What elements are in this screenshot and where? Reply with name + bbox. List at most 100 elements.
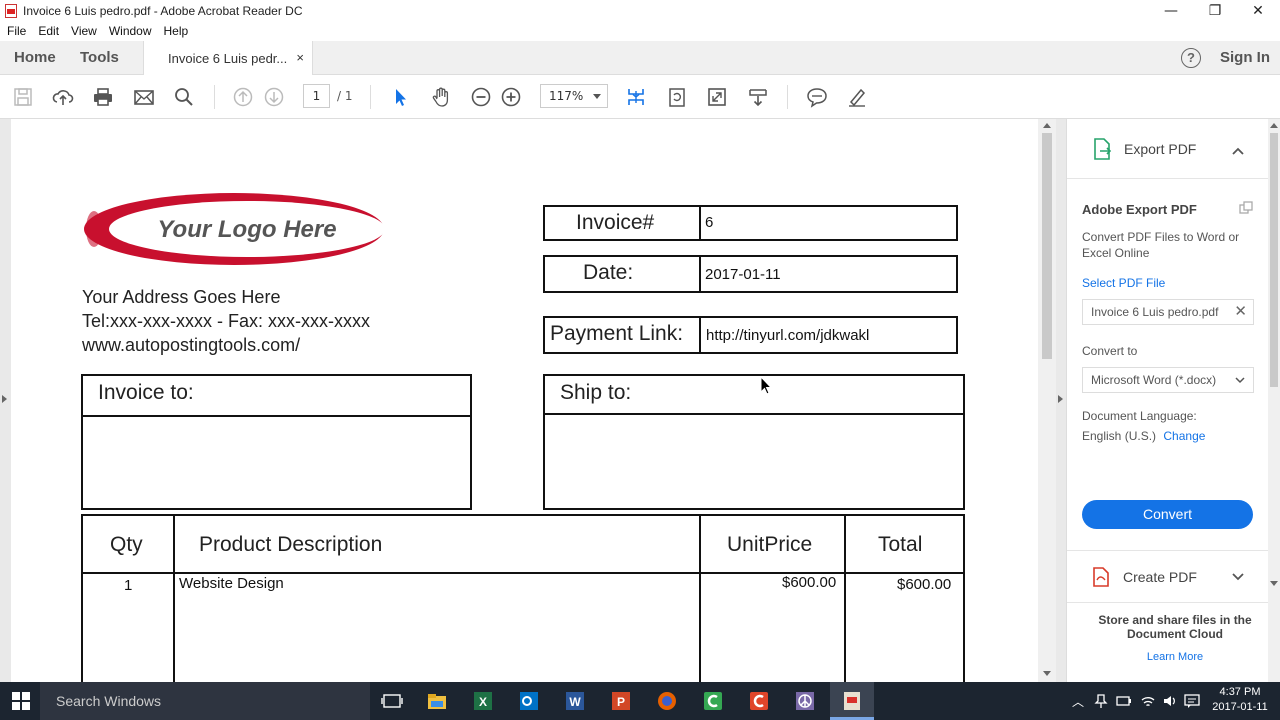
tab-close-icon[interactable]: × [296, 50, 304, 65]
scroll-thumb[interactable] [1270, 133, 1278, 387]
print-icon[interactable] [91, 85, 115, 109]
save-icon[interactable] [11, 85, 35, 109]
acrobat-taskbar-button[interactable] [830, 682, 874, 720]
menu-window[interactable]: Window [109, 24, 152, 38]
peace-app-icon[interactable] [794, 690, 816, 712]
tray-pin-icon[interactable] [1094, 693, 1108, 709]
tab-home[interactable]: Home [14, 49, 56, 66]
clock-time: 4:37 PM [1219, 686, 1261, 698]
menu-file[interactable]: File [7, 24, 26, 38]
change-language-link[interactable]: Change [1163, 429, 1205, 443]
minimize-button[interactable]: — [1150, 0, 1192, 21]
export-pdf-header[interactable]: Export PDF [1067, 119, 1269, 179]
payment-link-value[interactable]: http://tinyurl.com/jdkwakl [706, 327, 869, 344]
scroll-thumb[interactable] [1042, 133, 1052, 359]
sign-in-link[interactable]: Sign In [1220, 49, 1270, 66]
copy-icon[interactable] [1239, 201, 1253, 215]
scroll-down-icon[interactable] [1043, 671, 1051, 676]
svg-text:W: W [569, 695, 581, 709]
tab-document[interactable]: Invoice 6 Luis pedr... × [143, 41, 313, 75]
maximize-button[interactable]: ❐ [1194, 0, 1236, 21]
word-icon[interactable]: W [564, 690, 586, 712]
menu-view[interactable]: View [71, 24, 97, 38]
convert-button[interactable]: Convert [1082, 500, 1253, 529]
scroll-up-icon[interactable] [1270, 123, 1278, 128]
outlook-icon[interactable] [518, 690, 540, 712]
svg-text:X: X [479, 695, 487, 709]
select-cursor-icon[interactable] [389, 85, 413, 109]
battery-icon[interactable] [1116, 694, 1132, 708]
column-header-total: Total [878, 533, 923, 556]
zoom-in-icon[interactable] [499, 85, 523, 109]
full-screen-icon[interactable] [705, 85, 729, 109]
camtasia-red-icon[interactable] [748, 690, 770, 712]
clear-file-icon[interactable]: ✕ [1234, 300, 1247, 324]
chevron-down-icon[interactable] [1232, 573, 1244, 581]
previous-page-icon[interactable] [231, 85, 255, 109]
chevron-up-icon[interactable] [1232, 147, 1244, 155]
rotate-view-icon[interactable] [665, 85, 689, 109]
address-line: Your Address Goes Here [82, 287, 281, 307]
file-explorer-icon[interactable] [426, 690, 448, 712]
tab-tools[interactable]: Tools [80, 49, 119, 66]
convert-to-select[interactable]: Microsoft Word (*.docx) [1082, 367, 1254, 393]
pdf-page: Your Logo Here Your Address Goes Here Te… [0, 119, 1038, 682]
scroll-down-icon[interactable] [1270, 581, 1278, 586]
selected-file-field[interactable]: Invoice 6 Luis pedro.pdf ✕ [1082, 299, 1254, 325]
export-description: Convert PDF Files to Word or Excel Onlin… [1082, 230, 1240, 260]
hand-tool-icon[interactable] [429, 85, 453, 109]
taskbar-clock[interactable]: 4:37 PM 2017-01-11 [1208, 685, 1272, 715]
convert-to-value: Microsoft Word (*.docx) [1091, 373, 1217, 387]
upload-cloud-icon[interactable] [51, 85, 75, 109]
taskbar-search[interactable]: Search Windows [40, 682, 370, 720]
fit-page-icon[interactable] [624, 85, 648, 109]
doc-language-row: English (U.S.) Change [1082, 429, 1205, 443]
windows-start-icon[interactable] [12, 692, 30, 710]
action-center-icon[interactable] [1184, 693, 1200, 709]
acrobat-app-icon [5, 3, 17, 18]
search-icon[interactable] [172, 85, 196, 109]
logo-text: Your Logo Here [157, 216, 336, 243]
phone-fax-line: Tel:xxx-xxx-xxxx - Fax: xxx-xxx-xxxx [82, 311, 370, 331]
page-number-input[interactable]: 1 [303, 84, 330, 108]
select-pdf-link[interactable]: Select PDF File [1082, 276, 1165, 290]
excel-icon[interactable]: X [472, 690, 494, 712]
wifi-icon[interactable] [1140, 693, 1156, 709]
document-view: Your Logo Here Your Address Goes Here Te… [0, 119, 1056, 682]
volume-icon[interactable] [1162, 693, 1178, 709]
title-bar: Invoice 6 Luis pedro.pdf - Adobe Acrobat… [0, 0, 1280, 21]
help-icon[interactable]: ? [1181, 48, 1201, 68]
next-page-icon[interactable] [262, 85, 286, 109]
create-pdf-icon [1093, 566, 1109, 587]
powerpoint-icon[interactable]: P [610, 690, 632, 712]
menu-help[interactable]: Help [164, 24, 189, 38]
email-icon[interactable] [132, 85, 156, 109]
scroll-up-icon[interactable] [1043, 123, 1051, 128]
highlight-pen-icon[interactable] [845, 85, 869, 109]
zoom-select[interactable]: 117% [540, 84, 608, 108]
document-scrollbar[interactable] [1038, 119, 1056, 682]
date-value: 2017-01-11 [705, 266, 781, 283]
zoom-out-icon[interactable] [469, 85, 493, 109]
menu-edit[interactable]: Edit [38, 24, 59, 38]
mouse-pointer-icon [760, 376, 773, 395]
close-window-button[interactable]: ✕ [1237, 0, 1279, 21]
tray-chevron-up-icon[interactable]: ︿ [1072, 693, 1084, 710]
comment-icon[interactable] [805, 85, 829, 109]
learn-more-link[interactable]: Learn More [1067, 651, 1280, 663]
task-view-icon[interactable] [381, 690, 403, 712]
table-row-unit-price: $600.00 [782, 574, 837, 591]
tab-bar: Home Tools Invoice 6 Luis pedr... × ? Si… [0, 41, 1280, 75]
create-pdf-header[interactable]: Create PDF [1067, 550, 1269, 602]
page-total: / 1 [337, 89, 353, 103]
invoice-number-value: 6 [705, 214, 714, 231]
right-panel-toggle[interactable] [1056, 119, 1066, 682]
acrobat-taskbar-icon [844, 692, 860, 710]
tools-pane-scrollbar[interactable] [1268, 119, 1280, 682]
document-cloud-promo: Store and share files in the Document Cl… [1067, 602, 1269, 682]
firefox-icon[interactable] [656, 690, 678, 712]
camtasia-green-icon[interactable] [702, 690, 724, 712]
collapse-right-icon [1058, 395, 1063, 403]
create-pdf-title: Create PDF [1123, 568, 1197, 585]
scrolling-mode-icon[interactable] [746, 85, 770, 109]
